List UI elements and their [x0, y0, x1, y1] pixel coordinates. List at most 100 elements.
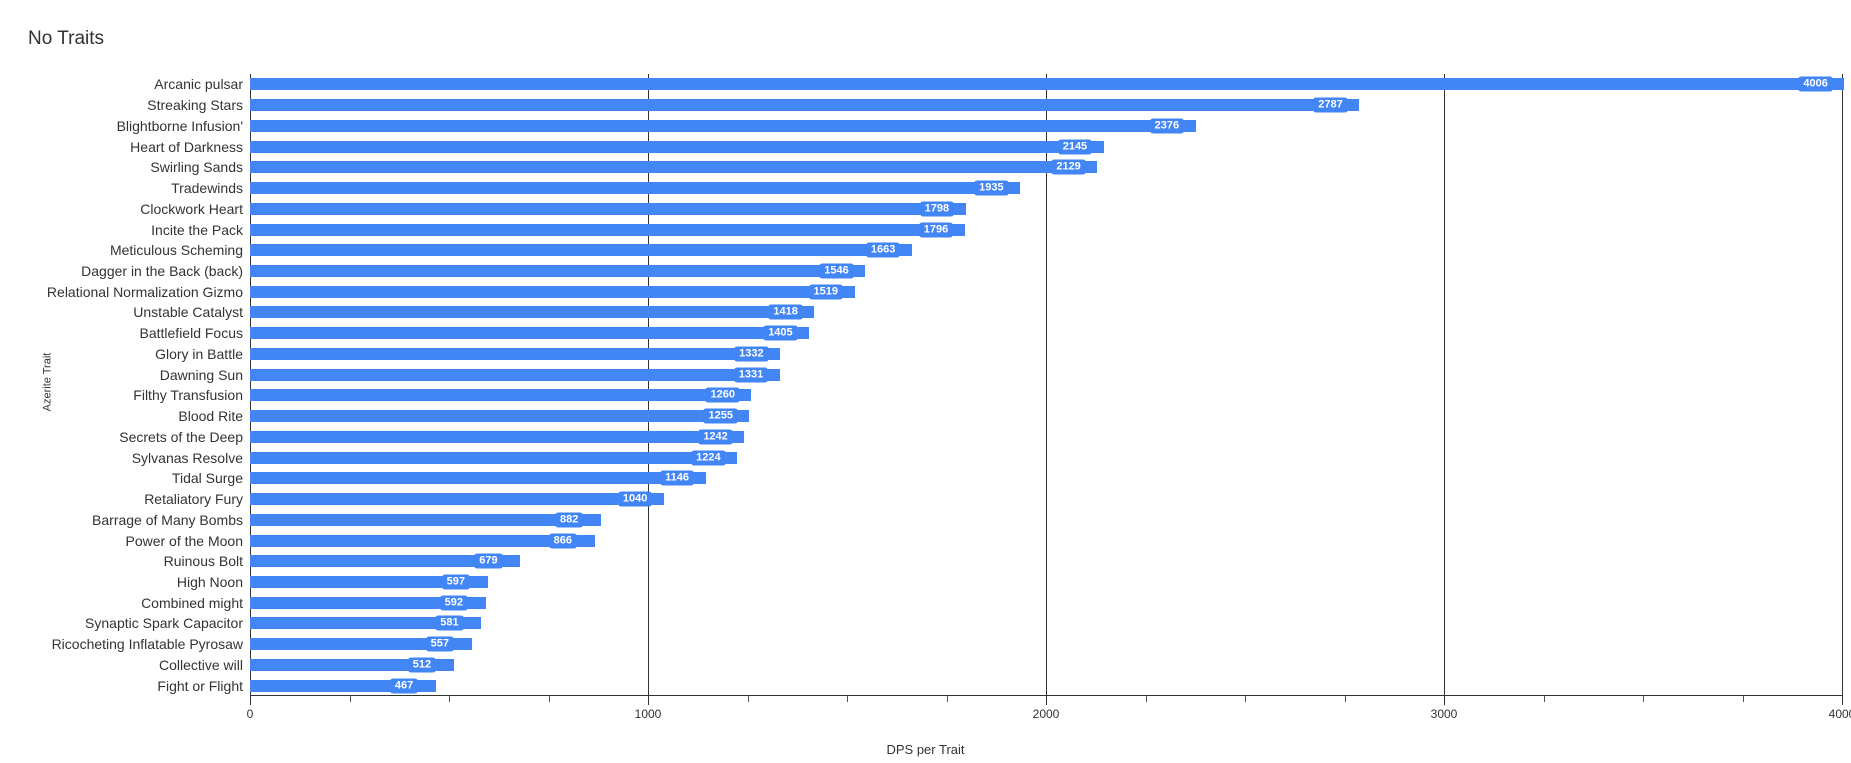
bar-value-label: 512 — [407, 657, 437, 673]
bar — [250, 244, 912, 257]
y-axis-tick-label: Unstable Catalyst — [133, 304, 243, 321]
x-axis-minor-tick — [747, 696, 749, 702]
x-axis-major-tick — [1842, 696, 1843, 705]
x-axis-minor-tick — [847, 696, 848, 702]
bar-row: 882 — [250, 512, 1842, 528]
y-axis-tick-label: Ricocheting Inflatable Pyrosaw — [51, 636, 243, 653]
bar-row: 866 — [250, 533, 1842, 548]
x-axis-major-tick — [1046, 696, 1047, 705]
bar-row: 1331 — [250, 367, 1842, 383]
y-axis-tick-label: Collective will — [158, 656, 243, 673]
bar — [250, 119, 1196, 132]
chart-title: No Traits — [28, 28, 105, 49]
plot-area: 4006 2787 2376 2145 2129 1935 1798 1796 1663 1546… — [250, 74, 1845, 696]
bar-row: 679 — [250, 553, 1842, 569]
bar — [250, 410, 750, 423]
bar-value-label: 1418 — [768, 304, 803, 320]
bar-value-label: 1663 — [865, 242, 901, 258]
bar-value-label: 1935 — [974, 180, 1009, 196]
bar-value-label: 882 — [555, 512, 584, 528]
bar-value-label: 1040 — [617, 491, 653, 507]
y-axis-tick-label: Barrage of Many Bombs — [92, 511, 243, 528]
bar — [250, 264, 866, 277]
bar — [250, 513, 602, 526]
bar-row: 1146 — [250, 470, 1842, 486]
bar-value-label: 592 — [439, 595, 468, 611]
x-axis-minor-tick — [1245, 696, 1246, 702]
bar-value-label: 2787 — [1313, 97, 1348, 113]
bar-row: 557 — [250, 636, 1842, 652]
y-axis-tick-label: Secrets of the Deep — [119, 428, 243, 445]
x-axis-tick-label: 0 — [246, 707, 254, 721]
bar-value-label: 1332 — [734, 346, 769, 362]
x-axis-minor-tick — [1344, 696, 1346, 702]
x-axis-major-tick — [1444, 696, 1445, 705]
bar — [250, 451, 738, 464]
bar — [250, 285, 855, 298]
y-axis-tick-label: Sylvanas Resolve — [131, 449, 243, 466]
bar-row: 1260 — [250, 387, 1842, 403]
x-axis-minor-tick — [946, 696, 948, 702]
bar-value-label: 557 — [425, 636, 455, 652]
y-axis-tick-label: Heart of Darkness — [130, 138, 243, 155]
bar-value-label: 1519 — [808, 284, 844, 300]
bar-row: 581 — [250, 615, 1842, 631]
bar-value-label: 581 — [435, 615, 464, 631]
y-axis-tick-label: High Noon — [176, 573, 243, 590]
bar-value-label: 1242 — [698, 429, 733, 445]
x-axis-tick-label: 1000 — [634, 707, 662, 721]
bar-row: 512 — [250, 657, 1842, 673]
x-axis-minor-tick — [1643, 696, 1644, 702]
y-axis-tick-label: Filthy Transfusion — [133, 387, 243, 404]
y-axis-tick-label: Incite the Pack — [151, 221, 243, 238]
bar-value-label: 866 — [548, 533, 578, 548]
bar-row: 597 — [250, 574, 1842, 590]
bar — [250, 472, 707, 485]
bar — [250, 161, 1098, 174]
y-axis-tick-label: Clockwork Heart — [140, 200, 243, 217]
bar-row: 1242 — [250, 429, 1842, 445]
bar — [250, 140, 1104, 153]
y-axis-title: Azerite Trait — [41, 352, 54, 411]
bar-value-label: 1796 — [918, 222, 954, 237]
bar-row: 1224 — [250, 450, 1842, 466]
bar-row: 592 — [250, 595, 1842, 611]
x-axis-tick-label: 2000 — [1032, 707, 1060, 721]
x-axis-minor-tick — [1742, 696, 1744, 702]
bar-value-label: 597 — [441, 574, 470, 590]
y-axis-tick-label: Synaptic Spark Capacitor — [85, 615, 243, 632]
bar-chart: No Traits Azerite Trait Arcanic pulsar St… — [0, 0, 1851, 763]
y-axis-tick-label: Arcanic pulsar — [154, 76, 243, 93]
bar-row: 2787 — [250, 97, 1842, 113]
bar-value-label: 4006 — [1798, 76, 1833, 92]
bar — [250, 389, 752, 402]
bar-value-label: 1260 — [705, 387, 740, 403]
bar-row: 1798 — [250, 201, 1842, 217]
bar-value-label: 1331 — [733, 367, 769, 383]
x-axis-minor-tick — [449, 696, 450, 702]
bar — [250, 327, 810, 340]
bar-value-label: 1798 — [919, 201, 955, 217]
y-axis-tick-label: Dawning Sun — [159, 366, 243, 383]
x-axis-minor-tick — [1145, 696, 1147, 702]
bar — [250, 534, 595, 547]
bar — [250, 368, 780, 381]
bar-value-label: 2376 — [1149, 118, 1185, 134]
bar-value-label: 2129 — [1051, 159, 1086, 175]
bar — [250, 182, 1021, 195]
bar-row: 1796 — [250, 222, 1842, 237]
y-axis-tick-label: Blood Rite — [178, 408, 243, 425]
bar — [250, 347, 781, 360]
bar-row: 1935 — [250, 180, 1842, 196]
y-axis-tick-label: Ruinous Bolt — [163, 553, 243, 570]
bar-value-label: 1146 — [660, 470, 694, 486]
bar-row: 1418 — [250, 304, 1842, 320]
x-axis-major-tick — [648, 696, 649, 705]
x-axis-minor-tick — [349, 696, 351, 702]
y-axis-tick-label: Swirling Sands — [150, 159, 243, 176]
bar — [250, 78, 1845, 91]
gridline — [1842, 74, 1843, 696]
y-axis-tick-label: Fight or Flight — [157, 677, 243, 694]
x-axis-tick-label: 3000 — [1430, 707, 1458, 721]
bar-row: 1332 — [250, 346, 1842, 362]
